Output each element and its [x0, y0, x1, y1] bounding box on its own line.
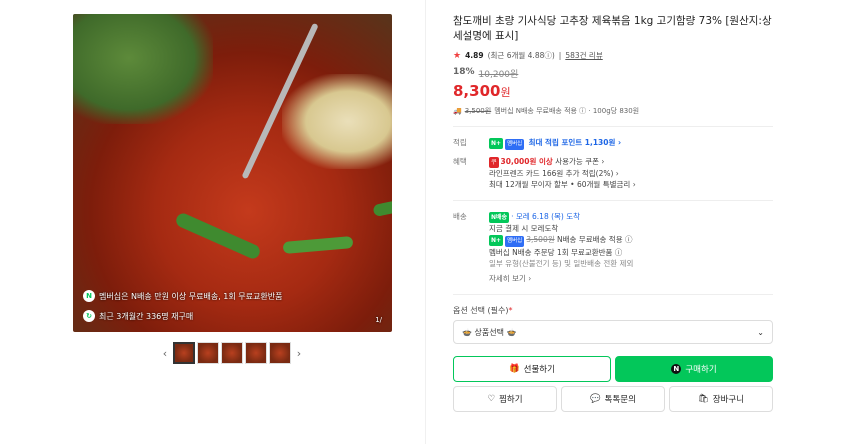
coupon-link[interactable]: 쿠 30,000원 이상 사용가능 쿠폰 ›	[489, 156, 773, 168]
wish-button[interactable]: ♡ 찜하기	[453, 386, 557, 412]
gift-button[interactable]: 🎁 선물하기	[453, 356, 611, 382]
arrival-date: · 모레 6.18 (목) 도착	[511, 212, 581, 221]
cart-button[interactable]: 🛍 장바구니	[669, 386, 773, 412]
buy-button[interactable]: N 구매하기	[615, 356, 773, 382]
max-points-link[interactable]: 최대 적립 포인트 1,130원 ›	[529, 138, 621, 147]
thumbnail[interactable]	[245, 342, 267, 364]
installment-link[interactable]: 최대 12개월 무이자 할부 • 60개월 특별금리 ›	[489, 179, 773, 190]
primary-buttons: 🎁 선물하기 N 구매하기	[453, 356, 773, 382]
discount-row: 18% 10,200원	[453, 67, 773, 80]
product-main-image[interactable]: N 멤버십은 N배송 만원 이상 무료배송, 1회 무료교환반품 ↻ 최근 3개…	[73, 14, 392, 332]
n-delivery-badge: N배송	[489, 212, 510, 223]
chevron-down-icon: ⌄	[757, 327, 764, 337]
thumbnail[interactable]	[221, 342, 243, 364]
delivery-details-link[interactable]: 자세히 보기 ›	[489, 273, 773, 284]
benefit-row: 혜택 쿠 30,000원 이상 사용가능 쿠폰 › 라인프렌즈 카드 166원 추…	[453, 156, 773, 190]
pepper-image-part	[282, 235, 354, 255]
thumbnail[interactable]	[197, 342, 219, 364]
coupon-icon: 쿠	[489, 157, 499, 168]
repeat-icon: ↻	[83, 310, 95, 322]
thumbnail[interactable]	[173, 342, 195, 364]
points-row: 적립 N+ 멤버십 최대 적립 포인트 1,130원 ›	[453, 137, 773, 150]
product-info: 참도깨비 초량 기사식당 고추장 제육볶음 1kg 고기함량 73% [원산지:…	[453, 14, 773, 412]
option-label: 옵션 선택 (필수)*	[453, 306, 513, 315]
talk-inquiry-button[interactable]: 💬 톡톡문의	[561, 386, 665, 412]
sale-price: 8,300원	[453, 82, 511, 100]
thumbnail[interactable]	[269, 342, 291, 364]
divider	[453, 294, 773, 295]
shipping-fee-line: 🚚 3,500원 멤버십 N배송 무료배송 적용 ⓘ · 100g당 830원	[453, 107, 640, 115]
bean-sprouts-image-part	[282, 74, 392, 169]
image-page-indicator: 1/	[375, 316, 382, 324]
pepper-image-part	[372, 192, 392, 218]
naver-pay-icon: N	[671, 364, 682, 374]
chat-icon: 💬	[590, 394, 601, 404]
divider	[453, 126, 773, 127]
cart-icon: 🛍	[697, 394, 709, 404]
original-price: 10,200원	[478, 70, 519, 80]
repurchase-overlay: ↻ 최근 3개월간 336명 재구매	[83, 308, 193, 324]
thumbnail-strip: ‹ ›	[159, 342, 305, 364]
delivery-row: 배송 N배송 · 모레 6.18 (목) 도착 지금 결제 시 모레도착 N+ 멤버…	[453, 211, 773, 284]
pepper-image-part	[174, 211, 262, 261]
chevron-right-icon[interactable]: ›	[293, 347, 305, 360]
product-title: 참도깨비 초량 기사식당 고추장 제육볶음 1kg 고기함량 73% [원산지:…	[453, 15, 772, 42]
divider	[453, 200, 773, 201]
truck-icon: N	[83, 290, 95, 302]
secondary-buttons: ♡ 찜하기 💬 톡톡문의 🛍 장바구니	[453, 386, 773, 412]
rating-row: ★ 4.89 (최근 6개월 4.88ⓘ) | 583건 리뷰	[453, 50, 603, 61]
rating-detail: (최근 6개월 4.88ⓘ)	[487, 51, 555, 60]
option-select[interactable]: 🍲 상품선택 🍲 ⌄	[453, 320, 773, 344]
discount-percent: 18%	[453, 67, 475, 77]
rating-value: 4.89	[465, 51, 484, 60]
lettuce-image-part	[73, 14, 213, 124]
review-count-link[interactable]: 583건 리뷰	[565, 50, 602, 61]
chevron-left-icon[interactable]: ‹	[159, 347, 171, 360]
heart-icon: ♡	[487, 394, 496, 404]
star-icon: ★	[453, 50, 462, 61]
gift-icon: 🎁	[509, 364, 520, 374]
shipping-overlay: N 멤버십은 N배송 만원 이상 무료배송, 1회 무료교환반품	[83, 288, 282, 304]
vertical-divider	[425, 0, 426, 444]
card-benefit-link[interactable]: 라인프렌즈 카드 166원 추가 적립(2%) ›	[489, 168, 773, 179]
truck-icon: 🚚	[453, 107, 462, 115]
